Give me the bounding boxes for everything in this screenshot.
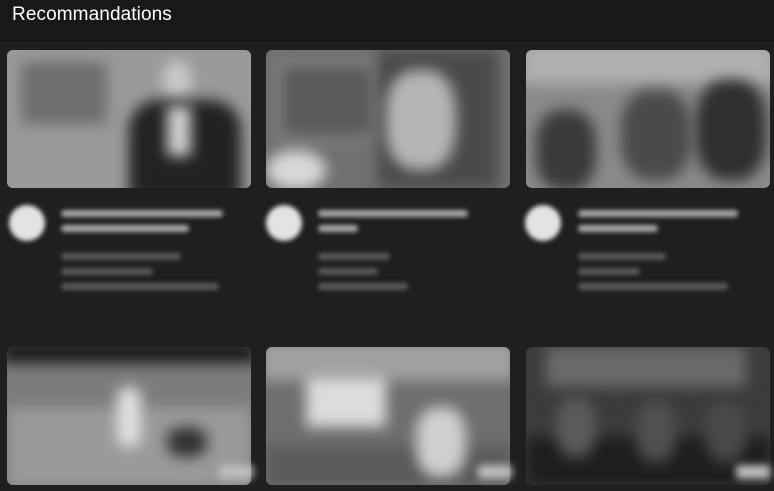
- video-title-line: [578, 225, 658, 232]
- video-card-5[interactable]: [266, 347, 512, 485]
- video-title-line: [318, 225, 358, 232]
- video-thumbnail-1[interactable]: [7, 50, 251, 188]
- video-title-line: [61, 225, 189, 232]
- video-meta-line: [61, 283, 219, 290]
- channel-avatar-3[interactable]: [525, 205, 561, 241]
- video-meta-line: [578, 283, 728, 290]
- video-card-1[interactable]: [7, 50, 251, 310]
- video-thumbnail-5[interactable]: [266, 347, 510, 485]
- video-meta-line: [318, 253, 390, 260]
- video-card-6[interactable]: [526, 347, 770, 485]
- video-card-2[interactable]: [266, 50, 510, 310]
- video-thumbnail-2[interactable]: [266, 50, 510, 188]
- video-duration-badge: [478, 465, 512, 479]
- video-title-line: [578, 210, 738, 217]
- video-title-line: [318, 210, 468, 217]
- video-thumbnail-3[interactable]: [526, 50, 770, 188]
- channel-avatar-2[interactable]: [266, 205, 302, 241]
- video-meta-line: [61, 253, 181, 260]
- video-duration-badge: [219, 465, 253, 479]
- video-thumbnail-6[interactable]: [526, 347, 770, 485]
- video-card-3[interactable]: [525, 50, 770, 310]
- video-meta-line: [578, 268, 640, 275]
- section-title: Recommandations: [12, 4, 172, 25]
- video-meta-line: [318, 283, 408, 290]
- video-thumbnail-4[interactable]: [7, 347, 251, 485]
- video-meta-line: [318, 268, 378, 275]
- video-duration-badge: [736, 465, 770, 479]
- video-meta-line: [578, 253, 666, 260]
- video-meta-line: [61, 268, 153, 275]
- video-card-4[interactable]: [7, 347, 253, 485]
- video-title-line: [61, 210, 223, 217]
- recommendations-panel: [0, 42, 774, 491]
- channel-avatar-1[interactable]: [9, 205, 45, 241]
